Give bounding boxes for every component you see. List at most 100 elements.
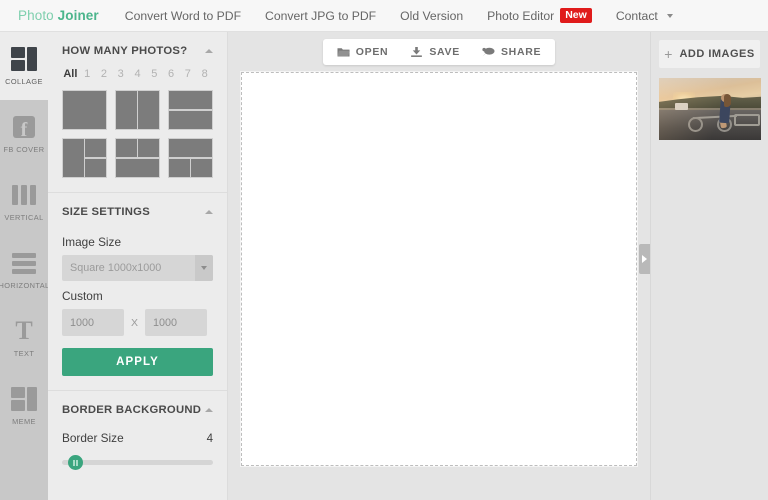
logo-part-photo: Photo [18,8,58,23]
image-size-value: Square 1000x1000 [62,262,161,274]
slider-track[interactable] [62,460,213,465]
image-thumbnail[interactable] [659,78,761,140]
rail-item-label: HORIZONTAL [0,281,50,290]
count-option-8[interactable]: 8 [196,68,213,80]
rail-item-label: VERTICAL [4,213,43,222]
app-body: COLLAGE f FB COVER VERTICAL HORIZONTAL [0,32,768,500]
site-logo[interactable]: Photo Joiner [18,8,99,23]
logo-part-joiner: Joiner [58,8,99,23]
open-label: OPEN [356,46,389,58]
count-option-4[interactable]: 4 [129,68,146,80]
nav-link-label: Convert JPG to PDF [265,9,376,23]
custom-height-input[interactable] [145,309,207,336]
save-button[interactable]: SAVE [410,46,460,58]
count-option-5[interactable]: 5 [146,68,163,80]
nav-link-label: Photo Editor [487,9,554,23]
border-size-value: 4 [207,433,213,445]
nav-link-convert-word-to-pdf[interactable]: Convert Word to PDF [125,9,241,23]
count-option-all[interactable]: All [62,68,79,80]
rail-item-label: MEME [12,417,36,426]
section-header[interactable]: BORDER BACKGROUND [62,391,213,425]
top-navigation-bar: Photo Joiner Convert Word to PDF Convert… [0,0,768,32]
section-title: BORDER BACKGROUND [62,404,201,416]
photo-count-selector: All 1 2 3 4 5 6 7 8 [62,68,213,80]
section-header[interactable]: SIZE SETTINGS [62,193,213,227]
collage-icon [11,47,37,71]
plus-icon: + [664,47,672,61]
custom-width-input[interactable] [62,309,124,336]
slider-handle[interactable] [68,455,83,470]
folder-icon [337,46,350,58]
share-chat-icon [482,46,495,58]
nav-link-photo-editor[interactable]: Photo Editor New [487,8,592,23]
horizontal-rows-icon [12,251,36,275]
count-option-2[interactable]: 2 [96,68,113,80]
select-dropdown-button[interactable] [195,255,213,281]
panel-collapse-toggle[interactable] [639,244,650,274]
section-header[interactable]: HOW MANY PHOTOS? [62,32,213,66]
section-how-many-photos: HOW MANY PHOTOS? All 1 2 3 4 5 6 7 8 [48,32,227,193]
border-size-label: Border Size [62,431,124,445]
meme-icon [11,387,37,411]
image-size-label: Image Size [62,235,213,249]
chevron-down-icon [667,14,673,18]
canvas-work-area: OPEN SAVE SHARE [228,32,650,500]
count-option-1[interactable]: 1 [79,68,96,80]
section-title: HOW MANY PHOTOS? [62,45,187,57]
add-images-button[interactable]: + ADD IMAGES [659,40,760,68]
image-size-select[interactable]: Square 1000x1000 [62,255,213,281]
rail-item-vertical[interactable]: VERTICAL [0,168,48,236]
layout-thumb-2-columns[interactable] [115,90,160,130]
rail-item-fb-cover[interactable]: f FB COVER [0,100,48,168]
rail-item-horizontal[interactable]: HORIZONTAL [0,236,48,304]
facebook-icon: f [11,115,37,139]
section-size-settings: SIZE SETTINGS Image Size Square 1000x100… [48,193,227,391]
rail-item-label: COLLAGE [5,77,43,86]
text-t-icon: T [11,319,37,343]
left-tool-rail: COLLAGE f FB COVER VERTICAL HORIZONTAL [0,32,48,500]
section-title: SIZE SETTINGS [62,206,150,218]
new-badge: New [560,8,592,23]
nav-link-label: Old Version [400,9,463,23]
count-option-6[interactable]: 6 [163,68,180,80]
add-images-label: ADD IMAGES [679,48,754,60]
rail-item-collage[interactable]: COLLAGE [0,32,48,100]
layout-thumb-2-rows[interactable] [168,90,213,130]
vertical-columns-icon [11,183,37,207]
canvas-toolbar: OPEN SAVE SHARE [323,39,555,65]
layout-thumb-3-top-split[interactable] [115,138,160,178]
nav-link-label: Contact [616,9,658,23]
rail-item-text[interactable]: T TEXT [0,304,48,372]
rail-item-label: FB COVER [4,145,45,154]
layout-thumb-1-full[interactable] [62,90,107,130]
border-size-row: Border Size 4 [62,431,213,445]
open-button[interactable]: OPEN [337,46,389,58]
nav-link-old-version[interactable]: Old Version [400,9,463,23]
thumbnail-sun-haze [659,78,761,140]
chevron-up-icon[interactable] [205,210,213,214]
custom-label: Custom [62,289,213,303]
size-separator: X [131,317,138,329]
rail-item-meme[interactable]: MEME [0,372,48,440]
share-label: SHARE [501,46,541,58]
chevron-up-icon[interactable] [205,49,213,53]
images-panel: + ADD IMAGES [650,32,768,500]
layout-thumbnail-grid [62,90,213,178]
save-label: SAVE [429,46,460,58]
chevron-down-icon [201,266,207,270]
count-option-7[interactable]: 7 [179,68,196,80]
share-button[interactable]: SHARE [482,46,541,58]
rail-item-label: TEXT [14,349,35,358]
border-size-slider[interactable] [62,455,213,469]
collage-canvas[interactable] [241,72,637,466]
apply-button[interactable]: APPLY [62,348,213,376]
nav-link-contact[interactable]: Contact [616,9,673,23]
chevron-up-icon[interactable] [205,408,213,412]
layout-thumb-3-left-split[interactable] [62,138,107,178]
layout-thumb-3-bottom-split[interactable] [168,138,213,178]
section-border-background: BORDER BACKGROUND Border Size 4 [48,391,227,483]
count-option-3[interactable]: 3 [112,68,129,80]
nav-link-convert-jpg-to-pdf[interactable]: Convert JPG to PDF [265,9,376,23]
settings-panel: HOW MANY PHOTOS? All 1 2 3 4 5 6 7 8 [48,32,228,500]
custom-size-row: X [62,309,213,336]
